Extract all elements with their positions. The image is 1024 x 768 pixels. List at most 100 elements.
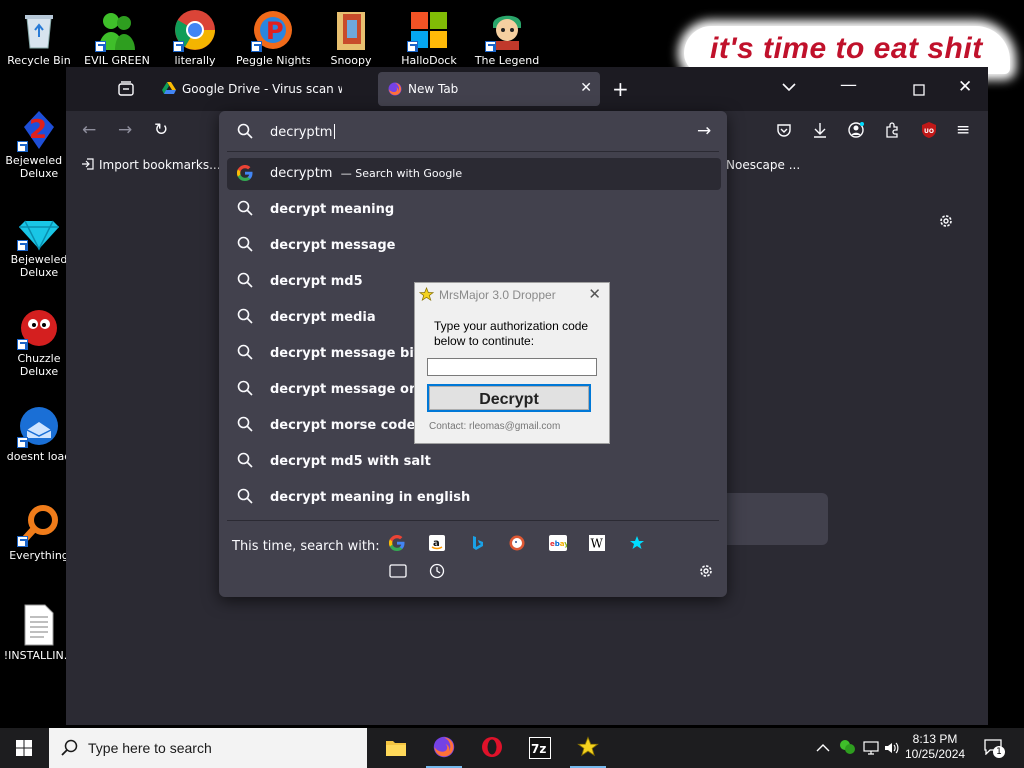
shortcut-arrow-icon <box>485 41 496 52</box>
show-hidden-icons-chevron-icon[interactable] <box>816 740 830 759</box>
start-button[interactable] <box>0 728 48 768</box>
wikipedia-engine-icon[interactable]: W <box>589 535 607 553</box>
windows-start-icon <box>16 740 32 760</box>
tab-overview-icon[interactable] <box>118 81 134 101</box>
import-bookmarks-link[interactable]: Import bookmarks... <box>99 158 221 172</box>
history-engine-icon[interactable] <box>429 563 447 581</box>
address-bar-text[interactable]: decryptm <box>270 124 336 140</box>
svg-text:2: 2 <box>29 115 47 145</box>
duckduckgo-engine-icon[interactable] <box>509 535 527 553</box>
search-icon <box>237 452 253 472</box>
suggestion-text: decrypt message <box>270 238 396 253</box>
desktop-icon-the-legend[interactable]: The Legend <box>470 8 544 67</box>
desktop-icon-evil-green[interactable]: EVIL GREEN <box>80 8 154 67</box>
search-icon <box>237 308 253 328</box>
search-icon <box>237 488 253 508</box>
suggestion-item[interactable]: decrypt md5 with salt <box>227 446 721 478</box>
menu-hamburger-icon[interactable]: ≡ <box>956 120 970 140</box>
windows-logo-icon <box>407 8 451 52</box>
amazon-engine-icon[interactable]: a <box>429 535 447 553</box>
volume-icon[interactable] <box>884 740 900 759</box>
taskbar-clock[interactable]: 8:13 PM 10/25/2024 <box>905 732 965 762</box>
taskbar-opera[interactable] <box>468 728 516 768</box>
suggestion-item[interactable]: decrypt meaning <box>227 194 721 226</box>
google-engine-icon[interactable] <box>388 534 407 553</box>
maximize-icon[interactable] <box>913 81 925 101</box>
downloads-icon[interactable] <box>812 122 828 143</box>
bookmark-noescape[interactable]: Noescape ... <box>726 158 800 172</box>
tabs-engine-icon[interactable] <box>389 563 407 581</box>
desktop-icon-chuzzle[interactable]: Chuzzle Deluxe <box>2 306 76 378</box>
account-icon[interactable] <box>848 122 864 143</box>
desktop-icon-recycle-bin[interactable]: Recycle Bin <box>2 8 76 67</box>
urlbar-divider <box>227 151 719 152</box>
google-drive-icon <box>162 82 176 98</box>
notification-center-button[interactable]: 1 <box>982 737 1005 759</box>
tab-google-drive[interactable]: Google Drive - Virus scan warning <box>152 72 362 106</box>
taskbar-mrsmajor[interactable] <box>564 728 612 768</box>
taskbar-file-explorer[interactable] <box>372 728 420 768</box>
back-arrow-icon[interactable]: ← <box>82 120 96 140</box>
dialog-close-icon[interactable]: ✕ <box>588 285 601 303</box>
minimize-icon[interactable]: — <box>840 75 857 95</box>
star-icon <box>418 286 435 307</box>
folder-icon <box>385 738 407 762</box>
new-tab-button[interactable]: + <box>612 77 629 101</box>
bookmark-star-engine-icon[interactable] <box>629 535 647 553</box>
desktop-icon-doesnt-load[interactable]: doesnt load <box>2 404 76 463</box>
search-settings-gear-icon[interactable] <box>698 563 716 581</box>
network-icon[interactable] <box>862 740 880 759</box>
desktop-icon-literally[interactable]: literally <box>158 8 232 67</box>
search-icon <box>237 344 253 364</box>
ublock-origin-icon[interactable]: UO <box>920 121 938 144</box>
extensions-icon[interactable] <box>884 122 900 143</box>
search-icon <box>237 380 253 400</box>
pocket-icon[interactable] <box>776 122 792 143</box>
tab-new-tab[interactable]: New Tab ✕ <box>378 72 600 106</box>
close-window-icon[interactable]: ✕ <box>958 77 972 97</box>
suggestion-item[interactable]: decrypt meaning in english <box>227 482 721 514</box>
suggestion-item[interactable]: decrypt message <box>227 230 721 262</box>
close-tab-icon[interactable]: ✕ <box>580 80 592 96</box>
decrypt-button[interactable]: Decrypt <box>427 384 591 412</box>
suggestion-text: decrypt md5 with salt <box>270 454 431 469</box>
taskbar-search-box[interactable]: Type here to search <box>49 728 367 768</box>
taskbar: Type here to search 7z 8:13 PM 10/25/202… <box>0 728 1024 768</box>
bing-engine-icon[interactable] <box>469 535 487 553</box>
list-all-tabs-icon[interactable] <box>782 79 796 99</box>
svg-text:ebay: ebay <box>550 540 567 548</box>
shortcut-arrow-icon <box>173 41 184 52</box>
suggestion-text: decrypt meaning <box>270 202 395 217</box>
notification-count-badge: 1 <box>993 746 1005 758</box>
desktop-icon-hallodock[interactable]: HalloDock <box>392 8 466 67</box>
desktop-icon-bejeweled[interactable]: Bejeweled Deluxe <box>2 207 76 279</box>
authorization-code-input[interactable] <box>427 358 597 376</box>
shortcut-arrow-icon <box>251 41 262 52</box>
onesearch-divider <box>227 520 719 521</box>
forward-arrow-icon[interactable]: → <box>118 120 132 140</box>
address-bar[interactable]: decryptm → <box>219 111 727 151</box>
star-icon <box>577 736 599 762</box>
taskbar-firefox[interactable] <box>420 728 468 768</box>
desktop-icon-everything[interactable]: Everything <box>2 503 76 562</box>
desktop-icon-peggle-nights[interactable]: P Peggle Nights <box>236 8 310 67</box>
firefox-icon <box>388 82 402 99</box>
desktop-icon-bejeweled-2[interactable]: 2 Bejeweled 2 Deluxe <box>2 108 76 180</box>
mrsmajor-dropper-dialog: MrsMajor 3.0 Dropper ✕ Type your authori… <box>414 282 610 444</box>
svg-text:W: W <box>591 537 604 551</box>
taskbar-7zip[interactable]: 7z <box>516 728 564 768</box>
gem-icon: 2 <box>17 108 61 152</box>
reload-icon[interactable]: ↻ <box>154 120 168 140</box>
google-icon <box>236 164 253 185</box>
desktop-icon-snoopy[interactable]: Snoopy <box>314 8 388 67</box>
customize-gear-icon[interactable] <box>938 213 954 233</box>
suggestion-text: decrypt morse code <box>270 418 416 433</box>
suggestion-heuristic[interactable]: decryptm — Search with Google <box>227 158 721 190</box>
go-arrow-icon[interactable]: → <box>697 121 711 141</box>
tray-app-icon[interactable] <box>838 738 856 760</box>
desktop-icon-installing[interactable]: !INSTALLIN... <box>2 603 76 662</box>
suggestion-text: decrypt md5 <box>270 274 363 289</box>
dialog-message: Type your authorization code below to co… <box>434 319 589 348</box>
thunderbird-icon <box>17 404 61 448</box>
ebay-engine-icon[interactable]: ebay <box>549 535 569 553</box>
